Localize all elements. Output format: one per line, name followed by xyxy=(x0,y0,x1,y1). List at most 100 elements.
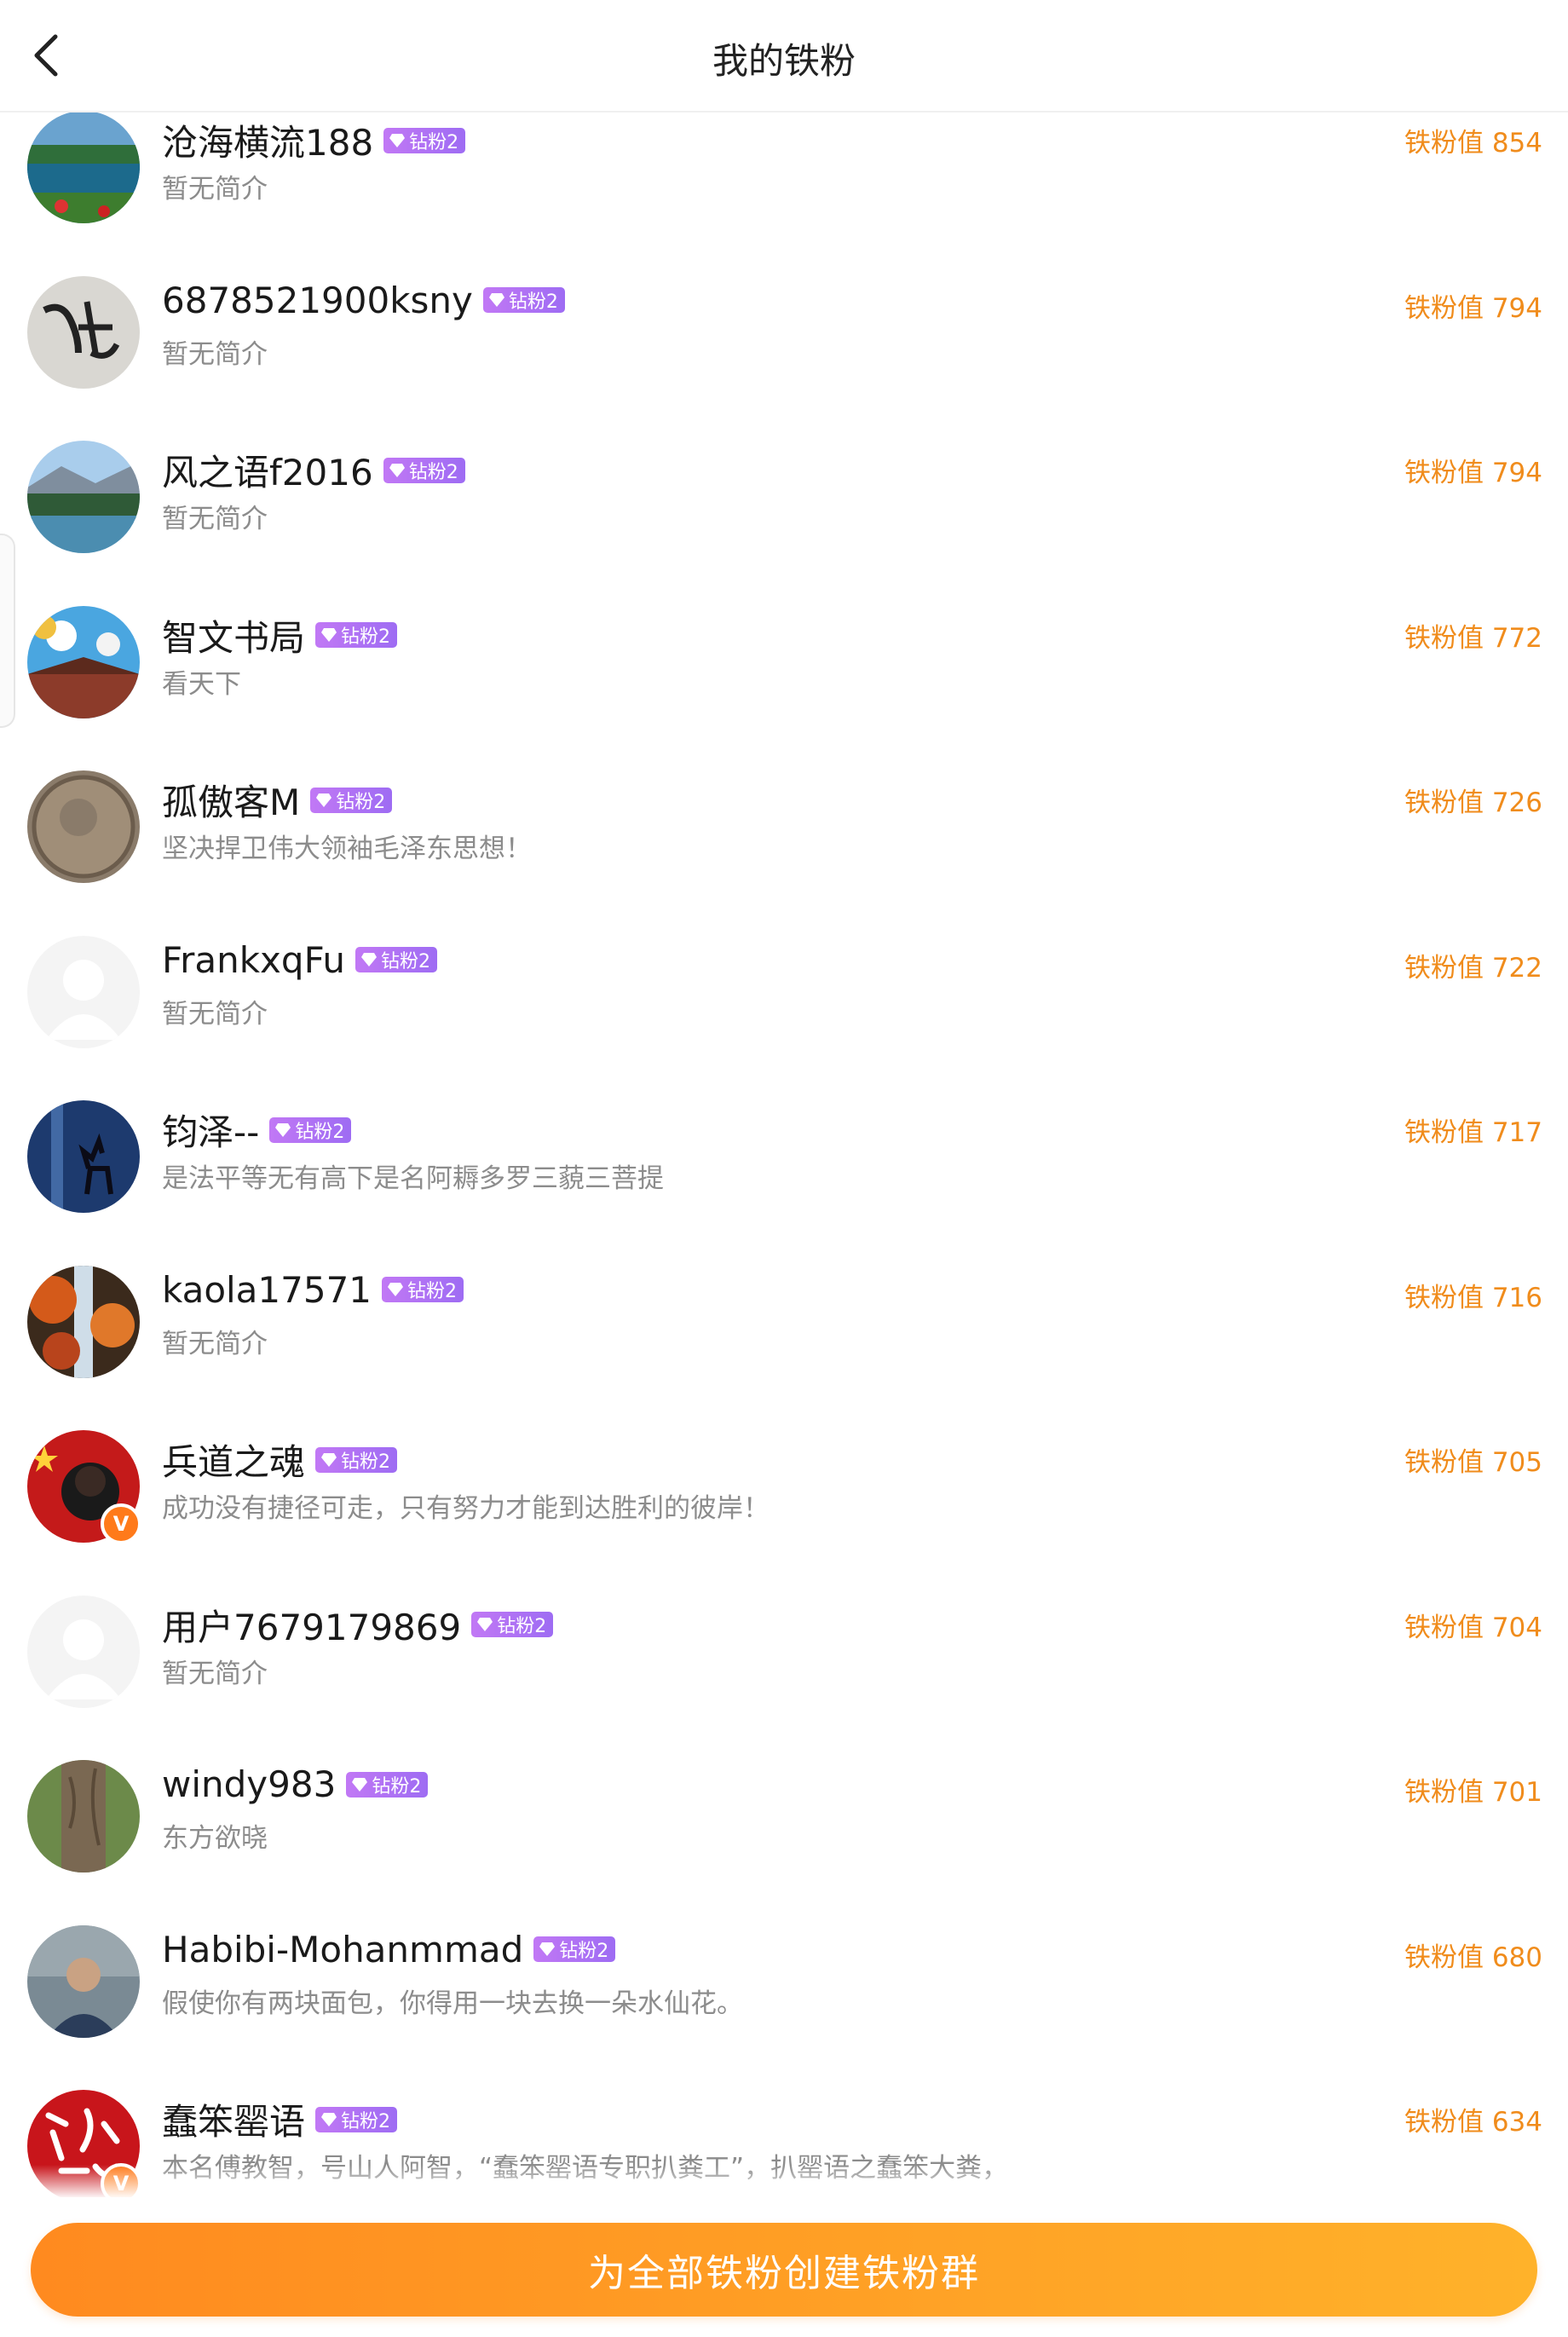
fan-bio: 暂无简介 xyxy=(162,338,268,370)
fan-name-line: 风之语f2016 钻粉2 xyxy=(162,444,465,496)
fan-name-line: 孤傲客M 钻粉2 xyxy=(162,774,393,826)
fan-name: 孤傲客M xyxy=(162,782,301,823)
fan-name-line: 智文书局 钻粉2 xyxy=(162,609,398,661)
fan-list-item[interactable]: kaola17571 钻粉2 暂无简介 铁粉值 716 xyxy=(0,1265,1568,1431)
fan-score: 铁粉值 634 xyxy=(1404,2107,1542,2138)
fan-level-badge: 钻粉2 xyxy=(269,1117,352,1143)
avatar[interactable] xyxy=(27,1595,140,1708)
fan-level-badge: 钻粉2 xyxy=(471,1612,554,1637)
fan-name: 智文书局 xyxy=(162,616,306,659)
fan-bio: 看天下 xyxy=(162,668,241,700)
fan-score: 铁粉值 772 xyxy=(1404,622,1542,654)
fan-list-item[interactable]: 风之语f2016 钻粉2 暂无简介 铁粉值 794 xyxy=(0,441,1568,606)
fan-list-item[interactable]: Habibi-Mohanmmad 钻粉2 假使你有两块面包，你得用一块去换一朵水仙花… xyxy=(0,1924,1568,2091)
avatar[interactable]: V xyxy=(27,1430,141,1544)
diamond-icon xyxy=(388,1283,404,1296)
fan-name-line: 蠢笨罂语 钻粉2 xyxy=(162,2093,398,2145)
fan-name: 6878521900ksny xyxy=(162,279,473,321)
fan-name-line: FrankxqFu 钻粉2 xyxy=(162,939,438,981)
create-fan-group-button[interactable]: 为全部铁粉创建铁粉群 xyxy=(31,2223,1537,2317)
avatar[interactable] xyxy=(27,605,140,718)
badge-label: 钻粉2 xyxy=(497,1616,547,1637)
fan-level-badge: 钻粉2 xyxy=(315,2106,398,2132)
fan-level-badge: 钻粉2 xyxy=(482,287,565,313)
badge-label: 钻粉2 xyxy=(341,1451,391,1473)
badge-label: 钻粉2 xyxy=(408,461,458,483)
avatar[interactable] xyxy=(27,1924,140,2038)
fan-level-badge: 钻粉2 xyxy=(315,1446,398,1473)
fan-level-badge: 钻粉2 xyxy=(383,457,465,483)
fan-level-badge: 钻粉2 xyxy=(533,1936,616,1962)
fan-list-item[interactable]: 钧泽-- 钻粉2 是法平等无有高下是名阿耨多罗三藐三菩提 铁粉值 717 xyxy=(0,1100,1568,1266)
fan-list-item[interactable]: 沧海横流188 钻粉2 暂无简介 铁粉值 854 xyxy=(0,111,1568,276)
badge-label: 钻粉2 xyxy=(409,131,459,153)
fan-score: 铁粉值 794 xyxy=(1404,458,1542,488)
fan-name-line: 6878521900ksny 钻粉2 xyxy=(162,280,565,321)
top-bar: 我的铁粉 xyxy=(0,0,1568,113)
diamond-icon xyxy=(321,1452,337,1467)
fan-list-item[interactable]: FrankxqFu 钻粉2 暂无简介 铁粉值 722 xyxy=(0,935,1568,1101)
diamond-icon xyxy=(389,463,405,477)
fan-name: 兵道之魂 xyxy=(162,1441,306,1483)
badge-label: 钻粉2 xyxy=(341,2110,391,2132)
diamond-icon xyxy=(477,1618,493,1631)
fan-bio: 是法平等无有高下是名阿耨多罗三藐三菩提 xyxy=(162,1163,664,1194)
badge-label: 钻粉2 xyxy=(508,291,558,313)
badge-label: 钻粉2 xyxy=(559,1941,609,1962)
fan-list-item[interactable]: V 兵道之魂 钻粉2 成功没有捷径可走，只有努力才能到达胜利的彼岸！ 铁粉值 705 xyxy=(0,1430,1568,1596)
fan-level-badge: 钻粉2 xyxy=(346,1771,429,1797)
badge-label: 钻粉2 xyxy=(381,951,431,972)
fan-name: 用户7679179869 xyxy=(162,1606,462,1648)
fan-name: 蠢笨罂语 xyxy=(162,2101,306,2143)
page-title: 我的铁粉 xyxy=(712,40,856,82)
diamond-icon xyxy=(352,1777,368,1792)
diamond-icon xyxy=(316,793,332,807)
avatar[interactable] xyxy=(27,935,140,1048)
side-drawer-handle[interactable] xyxy=(0,534,15,728)
fan-name-line: kaola17571 钻粉2 xyxy=(162,1269,464,1311)
fan-list-item[interactable]: 智文书局 钻粉2 看天下 铁粉值 772 xyxy=(0,605,1568,771)
fan-bio: 暂无简介 xyxy=(162,1658,268,1689)
fan-list: 沧海横流188 钻粉2 暂无简介 铁粉值 854 6878521900ksny 钻粉2 暂无… xyxy=(0,111,1568,2199)
avatar[interactable] xyxy=(27,770,140,883)
fan-name: windy983 xyxy=(162,1763,337,1805)
fan-list-item[interactable]: 孤傲客M 钻粉2 坚决捍卫伟大领袖毛泽东思想！ 铁粉值 726 xyxy=(0,770,1568,936)
avatar[interactable] xyxy=(27,1760,140,1872)
fan-bio: 假使你有两块面包，你得用一块去换一朵水仙花。 xyxy=(162,1988,743,2019)
fan-bio: 暂无简介 xyxy=(162,174,268,205)
fan-name: 沧海横流188 xyxy=(162,122,374,164)
fan-score: 铁粉值 717 xyxy=(1404,1117,1542,1148)
fan-level-badge: 钻粉2 xyxy=(383,127,466,153)
fan-level-badge: 钻粉2 xyxy=(382,1277,464,1302)
diamond-icon xyxy=(389,133,406,147)
fan-level-badge: 钻粉2 xyxy=(315,622,398,648)
diamond-icon xyxy=(539,1942,556,1956)
avatar[interactable] xyxy=(27,1265,140,1378)
diamond-icon xyxy=(488,293,504,307)
fan-list-item[interactable]: 6878521900ksny 钻粉2 暂无简介 铁粉值 794 xyxy=(0,275,1568,441)
badge-label: 钻粉2 xyxy=(341,626,391,648)
fan-name-line: 兵道之魂 钻粉2 xyxy=(162,1434,398,1486)
avatar[interactable] xyxy=(27,275,140,389)
avatar[interactable] xyxy=(27,111,140,223)
badge-label: 钻粉2 xyxy=(336,791,386,813)
diamond-icon xyxy=(275,1122,291,1137)
fan-name-line: Habibi-Mohanmmad 钻粉2 xyxy=(162,1929,616,1971)
fan-name: 风之语f2016 xyxy=(162,452,373,493)
diamond-icon xyxy=(361,953,378,967)
fan-name-line: windy983 钻粉2 xyxy=(162,1763,429,1805)
fan-list-item[interactable]: windy983 钻粉2 东方欲晓 铁粉值 701 xyxy=(0,1760,1568,1925)
fan-list-item[interactable]: 用户7679179869 钻粉2 暂无简介 铁粉值 704 xyxy=(0,1595,1568,1761)
diamond-icon xyxy=(321,2112,337,2126)
fan-score: 铁粉值 704 xyxy=(1404,1612,1542,1643)
fan-level-badge: 钻粉2 xyxy=(310,787,393,813)
fan-score: 铁粉值 794 xyxy=(1404,292,1542,324)
fan-score: 铁粉值 716 xyxy=(1404,1282,1542,1313)
avatar[interactable] xyxy=(27,1100,140,1213)
badge-label: 钻粉2 xyxy=(295,1121,345,1143)
fan-name-line: 沧海横流188 钻粉2 xyxy=(162,114,466,166)
fan-name: kaola17571 xyxy=(162,1268,372,1311)
badge-label: 钻粉2 xyxy=(407,1281,458,1302)
avatar[interactable] xyxy=(27,441,140,553)
fan-score: 铁粉值 722 xyxy=(1404,952,1542,984)
